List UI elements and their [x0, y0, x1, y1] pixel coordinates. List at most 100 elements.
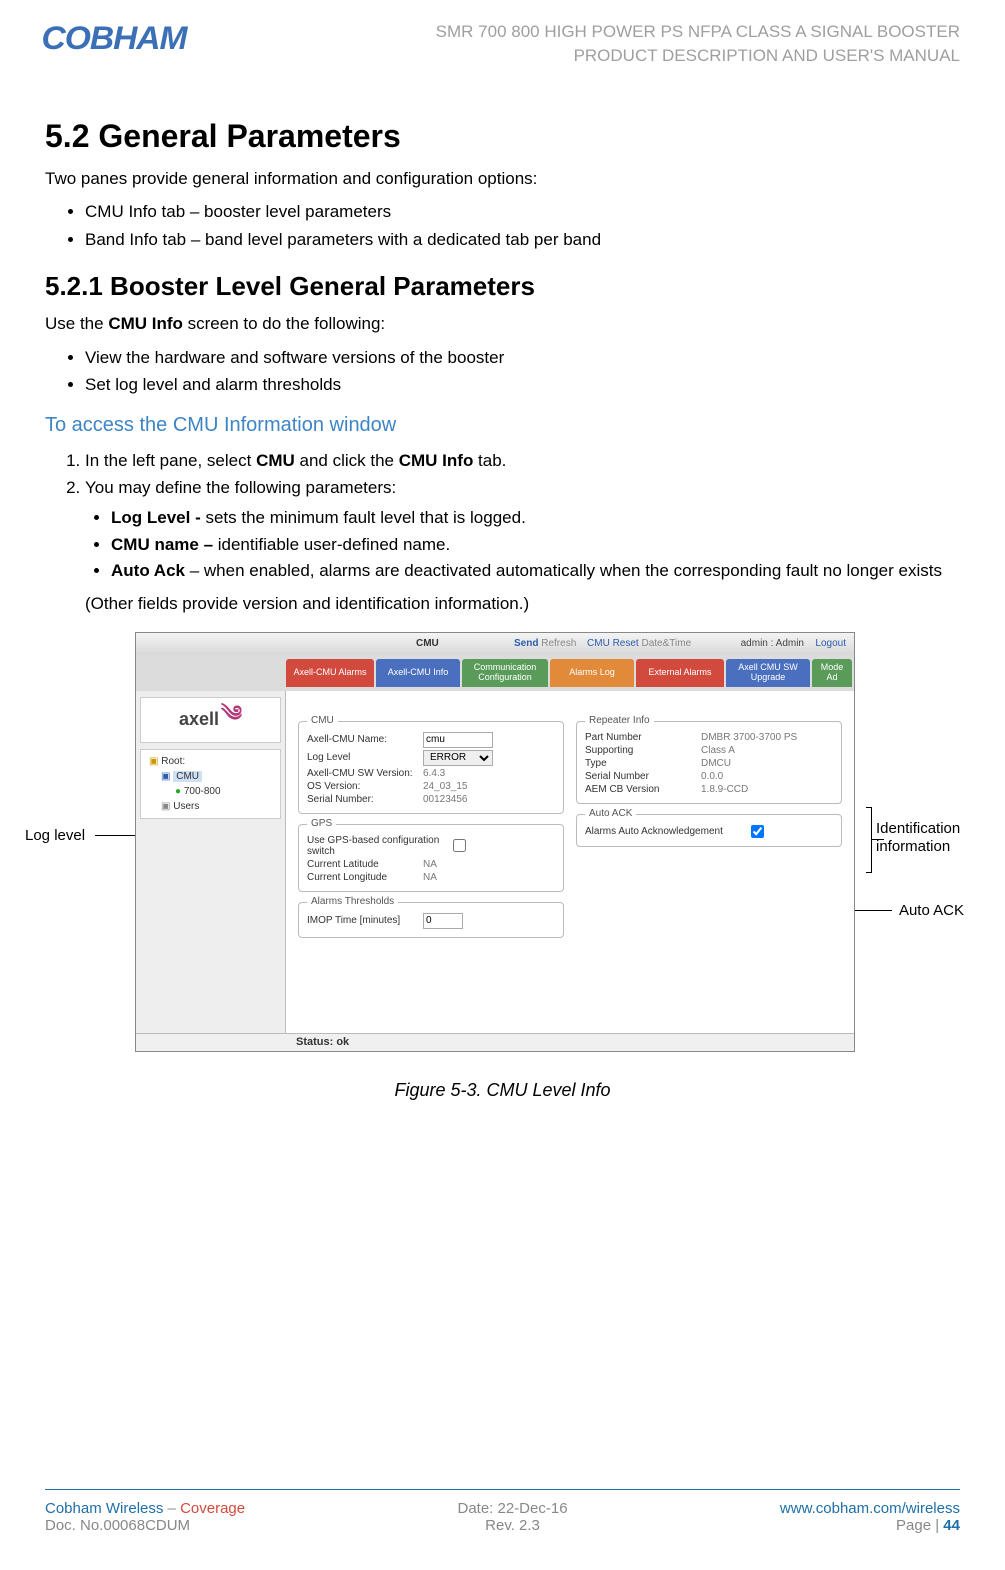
brand1: Cobham Wireless [45, 1500, 163, 1517]
log-level-select[interactable]: ERROR [423, 750, 493, 766]
tree-cmu[interactable]: ▣ CMU [145, 769, 276, 784]
text: In the left pane, select [85, 451, 256, 470]
param-auto-ack: Auto Ack – when enabled, alarms are deac… [111, 558, 960, 584]
v: 6.4.3 [423, 768, 445, 779]
b: Auto Ack [111, 561, 185, 580]
tab-sw-upgrade[interactable]: Axell CMU SW Upgrade [726, 659, 810, 687]
ack-title: Auto ACK [585, 808, 636, 819]
bullet-cmu-info: CMU Info tab – booster level parameters [85, 198, 960, 225]
k: Serial Number [585, 771, 695, 782]
k: Current Longitude [307, 872, 417, 883]
text: tab. [473, 451, 506, 470]
cmu-name-input[interactable] [423, 732, 493, 748]
steps-list: In the left pane, select CMU and click t… [85, 447, 960, 618]
k: Supporting [585, 745, 695, 756]
doc-title-line1: SMR 700 800 HIGH POWER PS NFPA CLASS A S… [436, 20, 960, 44]
v: DMCU [701, 758, 731, 769]
t: CMU [173, 771, 202, 782]
v: 00123456 [423, 794, 468, 805]
tree: ▣ Root: ▣ CMU ● 700-800 ▣ Users [140, 749, 281, 819]
repeater-group: Repeater Info Part NumberDMBR 3700-3700 … [576, 721, 842, 804]
bullet-set-log: Set log level and alarm thresholds [85, 371, 960, 398]
k: Axell-CMU SW Version: [307, 768, 417, 779]
other-fields-note: (Other fields provide version and identi… [85, 590, 960, 617]
tree-root[interactable]: ▣ Root: [145, 754, 276, 769]
tab-alarms-log[interactable]: Alarms Log [550, 659, 634, 687]
t: 700-800 [184, 786, 221, 797]
t: identifiable user-defined name. [218, 535, 450, 554]
figure-wrap: Log level Identification information Aut… [45, 632, 960, 1072]
v: NA [423, 859, 437, 870]
t: – when enabled, alarms are deactivated a… [185, 561, 942, 580]
v: Class A [701, 745, 735, 756]
gps-switch-checkbox[interactable] [453, 839, 466, 852]
v: 1.8.9-CCD [701, 784, 748, 795]
doc-no: Doc. No.00068CDUM [45, 1517, 245, 1534]
auto-ack-checkbox[interactable] [751, 825, 764, 838]
tree-band[interactable]: ● 700-800 [145, 784, 276, 799]
page-number: 44 [943, 1517, 960, 1534]
cmu-bold: CMU [256, 451, 295, 470]
logout-link[interactable]: Logout [815, 638, 846, 649]
imop-input[interactable] [423, 913, 463, 929]
text: screen to do the following: [183, 314, 385, 333]
footer-date: Date: 22-Dec-16 [457, 1500, 567, 1517]
section-intro: Two panes provide general information an… [45, 167, 960, 191]
tab-cmu-info[interactable]: Axell-CMU Info [376, 659, 460, 687]
cmu-info-tab-bold: CMU Info [399, 451, 474, 470]
tab-row: Axell-CMU Alarms Axell-CMU Info Communic… [136, 655, 854, 691]
admin-label: admin : Admin [741, 638, 804, 649]
tab-mode[interactable]: Mode Ad [812, 659, 852, 687]
v: NA [423, 872, 437, 883]
tab-comm-config[interactable]: Communication Configuration [462, 659, 548, 687]
rep-title: Repeater Info [585, 715, 654, 726]
autoack-group: Auto ACK Alarms Auto Acknowledgement [576, 814, 842, 847]
k: Current Latitude [307, 859, 417, 870]
bullet-band-info: Band Info tab – band level parameters wi… [85, 226, 960, 253]
thresh-group: Alarms Thresholds IMOP Time [minutes] [298, 902, 564, 938]
footer-url[interactable]: www.cobham.com/wireless [780, 1500, 960, 1517]
k: Log Level [307, 752, 417, 763]
k: Type [585, 758, 695, 769]
status-bar: Status: ok [136, 1033, 854, 1051]
page-footer: Cobham Wireless – Coverage Doc. No.00068… [45, 1489, 960, 1534]
shot-body: axell༄ ▣ Root: ▣ CMU ● 700-800 ▣ Users C… [136, 691, 854, 1033]
step-2: You may define the following parameters:… [85, 474, 960, 617]
footer-right: www.cobham.com/wireless Page | 44 [780, 1500, 960, 1534]
gps-group: GPS Use GPS-based configuration switch C… [298, 824, 564, 892]
gps-group-title: GPS [307, 818, 336, 829]
k: Axell-CMU Name: [307, 734, 417, 745]
param-log-level: Log Level - sets the minimum fault level… [111, 505, 960, 531]
k: IMOP Time [minutes] [307, 915, 417, 926]
document-title: SMR 700 800 HIGH POWER PS NFPA CLASS A S… [436, 20, 960, 68]
text: Use the [45, 314, 108, 333]
thresh-title: Alarms Thresholds [307, 896, 398, 907]
subsection-heading: 5.2.1 Booster Level General Parameters [45, 271, 960, 302]
left-col: CMU Axell-CMU Name: Log LevelERROR Axell… [298, 721, 564, 938]
screenshot: CMU Send Refresh CMU Reset Date&Time adm… [135, 632, 855, 1052]
text: You may define the following parameters: [85, 478, 396, 497]
annot-log-level: Log level [25, 827, 85, 846]
page-header: COBHAM SMR 700 800 HIGH POWER PS NFPA CL… [45, 20, 960, 68]
subsection-bullets: View the hardware and software versions … [85, 344, 960, 398]
b: CMU name – [111, 535, 218, 554]
doc-title-line2: PRODUCT DESCRIPTION AND USER'S MANUAL [436, 44, 960, 68]
page-label: Page | [896, 1517, 943, 1534]
k: OS Version: [307, 781, 417, 792]
cmu-reset-link[interactable]: CMU Reset [587, 638, 639, 649]
brand2: Coverage [180, 1500, 245, 1517]
refresh-link[interactable]: Refresh [541, 638, 576, 649]
sidebar: axell༄ ▣ Root: ▣ CMU ● 700-800 ▣ Users [136, 691, 286, 1033]
param-sublist: Log Level - sets the minimum fault level… [111, 505, 960, 584]
annot-auto-ack: Auto ACK [899, 902, 964, 921]
send-link[interactable]: Send [514, 638, 538, 649]
swirl-icon: ༄ [221, 689, 242, 751]
tab-alarms[interactable]: Axell-CMU Alarms [286, 659, 374, 687]
t: Root: [161, 756, 185, 767]
topbar-cmu-label: CMU [416, 638, 439, 649]
tab-ext-alarms[interactable]: External Alarms [636, 659, 724, 687]
datetime-link[interactable]: Date&Time [642, 638, 692, 649]
dash: – [163, 1500, 180, 1517]
tree-users[interactable]: ▣ Users [145, 799, 276, 814]
figure-caption: Figure 5-3. CMU Level Info [45, 1080, 960, 1101]
